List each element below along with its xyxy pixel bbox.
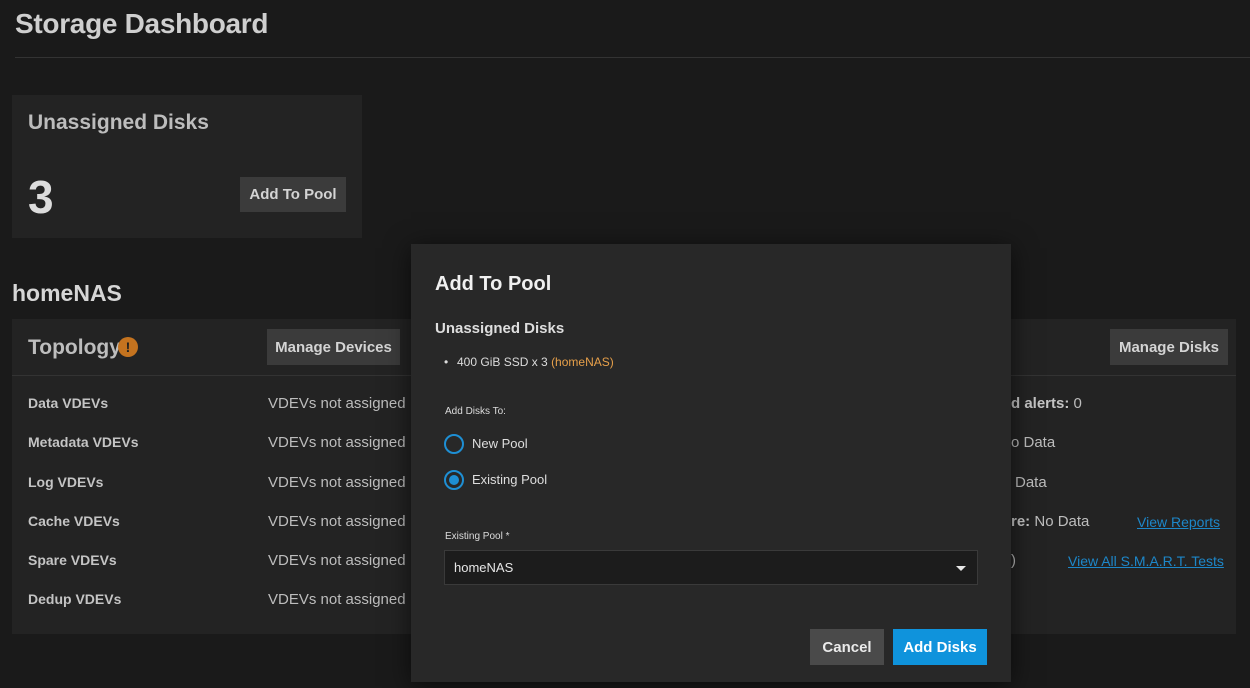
vdev-label: Data VDEVs <box>28 395 109 411</box>
manage-disks-button[interactable]: Manage Disks <box>1110 329 1228 365</box>
page-title: Storage Dashboard <box>15 8 269 39</box>
cancel-button[interactable]: Cancel <box>810 629 884 665</box>
vdev-value: VDEVs not assigned <box>268 591 406 608</box>
unassigned-disks-count: 3 <box>28 171 54 223</box>
vdev-row-data: Data VDEVs VDEVs not assigned <box>12 395 412 415</box>
dialog-subtitle: Unassigned Disks <box>435 320 565 337</box>
disk-alerts-value: 0 <box>1073 395 1082 412</box>
vdev-label: Cache VDEVs <box>28 513 120 529</box>
existing-pool-select[interactable]: homeNAS <box>444 550 978 585</box>
vdev-label: Dedup VDEVs <box>28 591 122 607</box>
view-smart-tests-link[interactable]: View All S.M.A.R.T. Tests <box>1068 553 1224 569</box>
chevron-down-icon <box>956 566 966 571</box>
vdev-value: VDEVs not assigned <box>268 552 406 569</box>
add-to-pool-dialog: Add To Pool Unassigned Disks • 400 GiB S… <box>411 244 1011 682</box>
vdev-value: VDEVs not assigned <box>268 434 406 451</box>
radio-existing-pool[interactable] <box>444 470 464 490</box>
radio-new-pool[interactable] <box>444 434 464 454</box>
vdev-row-metadata: Metadata VDEVs VDEVs not assigned <box>12 434 412 454</box>
add-disks-to-label: Add Disks To: <box>445 406 506 417</box>
vdev-row-cache: Cache VDEVs VDEVs not assigned <box>12 513 412 533</box>
vdev-row-log: Log VDEVs VDEVs not assigned <box>12 474 412 494</box>
manage-devices-button[interactable]: Manage Devices <box>267 329 400 365</box>
add-disks-button[interactable]: Add Disks <box>893 629 987 665</box>
disk-pool-tag: (homeNAS) <box>551 355 614 369</box>
radio-selected-dot <box>449 475 459 485</box>
bullet-icon: • <box>444 355 449 369</box>
vdev-value: VDEVs not assigned <box>268 395 406 412</box>
disk-alerts-text: d alerts: 0 <box>1011 395 1082 412</box>
view-reports-link[interactable]: View Reports <box>1137 514 1220 530</box>
vdev-label: Spare VDEVs <box>28 552 117 568</box>
vdev-row-dedup: Dedup VDEVs VDEVs not assigned <box>12 591 412 611</box>
disk-temp-label: re: <box>1011 513 1031 530</box>
add-to-pool-button[interactable]: Add To Pool <box>240 177 346 212</box>
unassigned-disks-title: Unassigned Disks <box>28 111 209 134</box>
existing-pool-value: homeNAS <box>454 560 514 575</box>
vdev-value: VDEVs not assigned <box>268 513 406 530</box>
radio-new-pool-label[interactable]: New Pool <box>472 436 528 451</box>
title-divider <box>15 57 1250 58</box>
disk-health-row-2: o Data <box>1011 434 1056 451</box>
topology-title: Topology <box>28 336 121 359</box>
disk-list-item: • 400 GiB SSD x 3 (homeNAS) <box>444 355 614 369</box>
disk-temp-value: No Data <box>1034 513 1090 530</box>
disk-entry: 400 GiB SSD x 3 <box>457 355 548 369</box>
disk-health-row-5: ) <box>1011 552 1016 569</box>
vdev-label: Log VDEVs <box>28 474 104 490</box>
pool-name: homeNAS <box>12 280 122 306</box>
disk-alerts-label: d alerts: <box>1011 395 1070 412</box>
vdev-value: VDEVs not assigned <box>268 474 406 491</box>
existing-pool-label: Existing Pool * <box>445 531 510 542</box>
disk-health-row-3: Data <box>1015 474 1047 491</box>
vdev-row-spare: Spare VDEVs VDEVs not assigned <box>12 552 412 572</box>
vdev-label: Metadata VDEVs <box>28 434 139 450</box>
radio-existing-pool-label[interactable]: Existing Pool <box>472 472 547 487</box>
alert-circle-icon[interactable]: ! <box>118 337 138 357</box>
unassigned-disks-card: Unassigned Disks 3 Add To Pool <box>12 95 362 238</box>
disk-health-row-4: re: No Data <box>1011 513 1089 530</box>
dialog-title: Add To Pool <box>435 273 552 295</box>
